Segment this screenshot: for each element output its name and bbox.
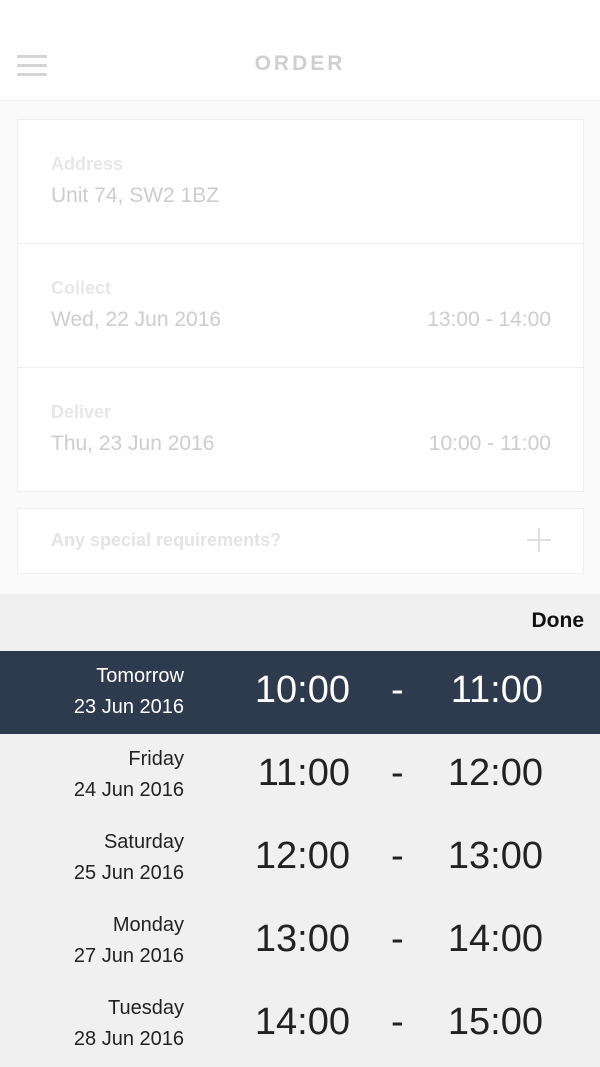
collect-label: Collect — [51, 278, 112, 298]
deliver-row[interactable]: Deliver Thu, 23 Jun 2016 10:00 - 11:00 — [18, 368, 583, 491]
deliver-date: Thu, 23 Jun 2016 — [51, 432, 215, 455]
special-requirements-placeholder: Any special requirements? — [51, 530, 282, 550]
slot-end-time: 15:00 — [447, 1001, 543, 1043]
slot-date: 24 Jun 2016 — [73, 779, 184, 801]
done-button[interactable]: Done — [532, 609, 585, 633]
collect-row[interactable]: Collect Wed, 22 Jun 2016 13:00 - 14:00 — [18, 244, 583, 368]
time-slot[interactable]: Tomorrow 23 Jun 2016 10:00 - 11:00 — [0, 651, 600, 734]
slot-start-time: 12:00 — [254, 835, 350, 877]
slot-day: Monday — [112, 914, 184, 936]
page-title: ORDER — [254, 52, 346, 75]
time-slot[interactable]: Monday 27 Jun 2016 13:00 - 14:00 — [0, 900, 600, 983]
deliver-label: Deliver — [51, 402, 112, 422]
slot-day: Tuesday — [108, 997, 184, 1019]
order-details-card: Address Unit 74, SW2 1BZ Collect Wed, 22… — [17, 119, 584, 492]
time-slot[interactable]: Friday 24 Jun 2016 11:00 - 12:00 — [0, 734, 600, 817]
slot-start-time: 14:00 — [254, 1001, 350, 1043]
plus-icon[interactable] — [527, 528, 551, 552]
address-label: Address — [51, 154, 124, 174]
time-slot[interactable]: Tuesday 28 Jun 2016 14:00 - 15:00 — [0, 983, 600, 1066]
slot-separator: - — [391, 1001, 404, 1043]
slot-end-time: 11:00 — [450, 669, 543, 711]
collect-date: Wed, 22 Jun 2016 — [51, 308, 222, 331]
slot-separator: - — [391, 835, 404, 877]
slot-date: 23 Jun 2016 — [73, 696, 184, 718]
time-slot-picker: Done Tomorrow 23 Jun 2016 10:00 - 11:00 … — [0, 594, 600, 1067]
slot-end-time: 14:00 — [447, 918, 543, 960]
slot-date: 25 Jun 2016 — [73, 862, 184, 884]
slot-end-time: 12:00 — [447, 752, 543, 794]
address-value: Unit 74, SW2 1BZ — [51, 184, 220, 207]
slot-start-time: 13:00 — [254, 918, 350, 960]
slot-day: Saturday — [103, 831, 184, 853]
slot-separator: - — [391, 669, 404, 711]
slot-end-time: 13:00 — [447, 835, 543, 877]
slot-separator: - — [391, 752, 404, 794]
slot-day: Tomorrow — [96, 665, 184, 687]
address-row[interactable]: Address Unit 74, SW2 1BZ — [18, 120, 583, 244]
collect-time: 13:00 - 14:00 — [427, 308, 551, 331]
slot-start-time: 11:00 — [257, 752, 350, 794]
time-slot[interactable]: Saturday 25 Jun 2016 12:00 - 13:00 — [0, 817, 600, 900]
slot-start-time: 10:00 — [254, 669, 350, 711]
special-requirements-field[interactable]: Any special requirements? — [17, 508, 584, 574]
top-bar: ORDER — [0, 0, 600, 101]
slot-day: Friday — [128, 748, 184, 770]
slot-date: 28 Jun 2016 — [73, 1028, 184, 1050]
slot-date: 27 Jun 2016 — [73, 945, 184, 967]
slot-separator: - — [391, 918, 404, 960]
deliver-time: 10:00 - 11:00 — [428, 432, 551, 455]
